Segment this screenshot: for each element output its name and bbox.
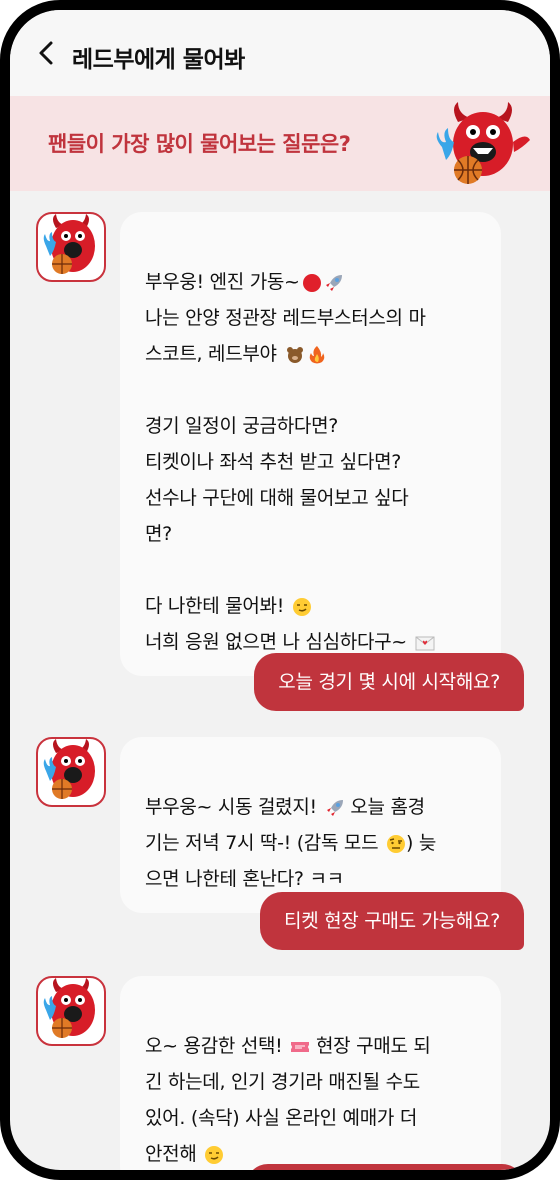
message-line: 선수나 구단에 대해 물어보고 싶다 [145, 487, 409, 509]
message-line: 다 나한테 물어봐! [145, 595, 285, 617]
red-circle-emoji [302, 273, 321, 292]
rocket-emoji [326, 799, 343, 816]
ticket-emoji [291, 1041, 310, 1052]
message-line: 경기 일정이 궁금하다면? [145, 415, 339, 437]
app-header: 레드부에게 물어봐 [10, 10, 550, 96]
faq-banner[interactable]: 팬들이 가장 많이 물어보는 질문은? [10, 96, 550, 191]
bot-message: 부우웅! 엔진 가동~ 나는 안양 정관장 레드부스터스의 마 스코트, 레드부… [120, 212, 501, 676]
back-button[interactable] [32, 38, 62, 68]
message-line: 안전해 [145, 1143, 197, 1165]
message-line: 티켓이나 좌석 추천 받고 싶다면? [145, 451, 402, 473]
smirk-emoji [292, 597, 311, 616]
rocket-emoji [325, 274, 342, 291]
bot-message: 부우웅~ 시동 걸렸지! 오늘 홈경 기는 저녁 7시 딱-! (감독 모드 )… [120, 737, 501, 913]
message-line: 기는 저녁 7시 딱-! (감독 모드 [145, 832, 379, 854]
user-message[interactable]: 티켓 현장 구매도 가능해요? [260, 892, 524, 950]
bot-message: 오~ 용감한 선택! 현장 구매도 되 긴 하는데, 인기 경기라 매진될 수도… [120, 976, 501, 1170]
message-line: 으면 나한테 혼난다? ㅋㅋ [145, 868, 344, 890]
bot-avatar [36, 976, 106, 1046]
chevron-left-icon [39, 41, 53, 65]
message-line: 너희 응원 없으면 나 심심하다구~ [145, 631, 407, 653]
message-line: 오~ 용감한 선택! [145, 1035, 283, 1057]
message-line: 긴 하는데, 인기 경기라 매진될 수도 [145, 1071, 420, 1093]
message-line-suffix: 현장 구매도 되 [316, 1035, 431, 1057]
bot-avatar [36, 737, 106, 807]
love-letter-emoji [415, 636, 435, 650]
fire-emoji [309, 345, 324, 363]
message-line-suffix: 오늘 홈경 [350, 796, 425, 818]
faq-banner-text: 팬들이 가장 많이 물어보는 질문은? [48, 132, 351, 156]
chat-area[interactable]: 부우웅! 엔진 가동~ 나는 안양 정관장 레드부스터스의 마 스코트, 레드부… [10, 191, 550, 1170]
message-line: 스코트, 레드부야 [145, 343, 277, 365]
message-line: 면? [145, 523, 172, 545]
bot-avatar [36, 212, 106, 282]
message-line: 나는 안양 정관장 레드부스터스의 마 [145, 307, 426, 329]
message-line: 부우웅! 엔진 가동~ [145, 271, 300, 293]
page-title: 레드부에게 물어봐 [72, 47, 245, 73]
bear-emoji [286, 346, 303, 363]
phone-frame: 레드부에게 물어봐 팬들이 가장 많이 물어보는 질문은? 부우웅! 엔진 가동… [0, 0, 560, 1180]
message-line: 부우웅~ 시동 걸렸지! [145, 796, 317, 818]
mascot-illustration [428, 102, 538, 194]
raised-eyebrow-emoji [387, 834, 406, 853]
smirk-emoji [205, 1145, 224, 1164]
message-line: 있어. (속닥) 사실 온라인 예매가 더 [145, 1107, 418, 1129]
message-line-suffix: ) 늦 [406, 832, 437, 854]
user-message-partial[interactable] [246, 1164, 524, 1170]
user-message[interactable]: 오늘 경기 몇 시에 시작해요? [254, 653, 524, 711]
